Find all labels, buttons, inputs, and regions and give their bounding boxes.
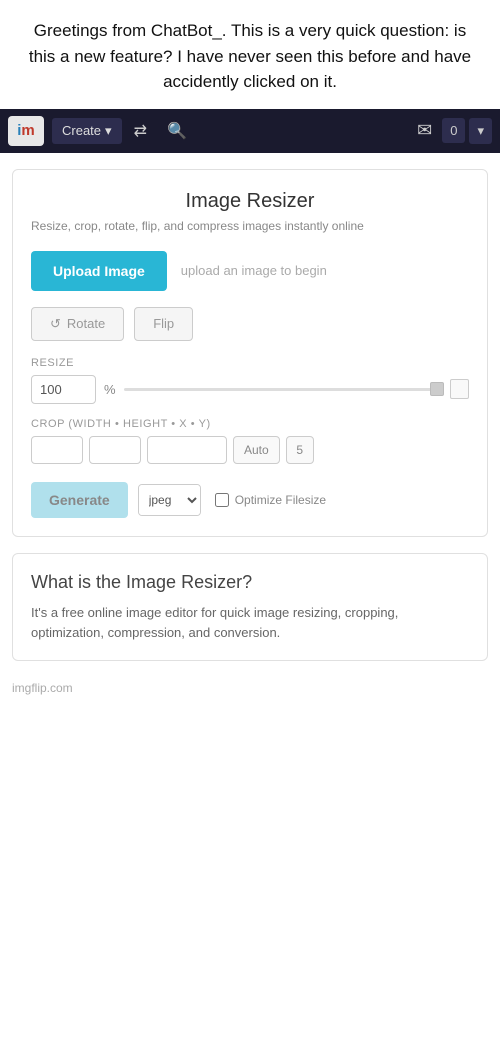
nav-dropdown-icon: ▾ — [477, 123, 484, 138]
action-row: ↺ Rotate Flip — [31, 307, 469, 341]
flip-button[interactable]: Flip — [134, 307, 193, 341]
rotate-icon: ↺ — [50, 316, 61, 332]
tool-subtitle: Resize, crop, rotate, flip, and compress… — [31, 219, 469, 233]
create-button[interactable]: Create ▾ — [52, 118, 122, 144]
logo[interactable]: im — [8, 116, 44, 146]
optimize-row: Optimize Filesize — [215, 493, 326, 507]
format-select[interactable]: jpeg png gif webp — [139, 485, 200, 515]
info-body: It's a free online image editor for quic… — [31, 603, 469, 645]
crop-row: Auto 5 — [31, 436, 469, 464]
logo-m: m — [21, 122, 34, 139]
crop-width-input[interactable] — [31, 436, 83, 464]
rotate-label: Rotate — [67, 316, 105, 331]
crop-height-input[interactable] — [89, 436, 141, 464]
shuffle-button[interactable]: ⇄ — [126, 117, 155, 145]
upload-row: Upload Image upload an image to begin — [31, 251, 469, 291]
info-title: What is the Image Resizer? — [31, 572, 469, 593]
count-label: 0 — [450, 123, 457, 138]
crop-x-input[interactable] — [147, 436, 227, 464]
crop-label: CROP (width • height • x • y) — [31, 418, 469, 430]
rotate-button[interactable]: ↺ Rotate — [31, 307, 124, 341]
info-card: What is the Image Resizer? It's a free o… — [12, 553, 488, 662]
slider-end-box — [450, 379, 469, 399]
crop-auto-button[interactable]: Auto — [233, 436, 280, 464]
tool-title: Image Resizer — [31, 190, 469, 213]
search-icon: 🔍 — [167, 121, 187, 141]
generate-button[interactable]: Generate — [31, 482, 128, 518]
optimize-label: Optimize Filesize — [235, 493, 326, 507]
resize-input[interactable] — [31, 375, 96, 404]
resize-slider[interactable] — [124, 388, 445, 391]
crop-auto-label: Auto — [244, 443, 269, 457]
resize-unit: % — [104, 382, 116, 397]
resize-label: RESIZE — [31, 357, 469, 369]
format-select-wrap: jpeg png gif webp — [138, 484, 201, 516]
generate-row: Generate jpeg png gif webp Optimize File… — [31, 482, 469, 518]
navbar: im Create ▾ ⇄ 🔍 ✉ 0 ▾ — [0, 109, 500, 153]
intro-text: Greetings from ChatBot_. This is a very … — [0, 0, 500, 109]
tool-card: Image Resizer Resize, crop, rotate, flip… — [12, 169, 488, 537]
footer-watermark: imgflip.com — [0, 677, 500, 699]
flip-label: Flip — [153, 316, 174, 331]
resize-row: % — [31, 375, 469, 404]
nav-dropdown-button[interactable]: ▾ — [469, 118, 492, 144]
mail-button[interactable]: ✉ — [411, 116, 438, 145]
resize-slider-wrap — [124, 379, 469, 399]
search-button[interactable]: 🔍 — [159, 117, 195, 145]
create-label: Create — [62, 123, 101, 138]
crop-num: 5 — [286, 436, 314, 464]
create-chevron-icon: ▾ — [105, 123, 112, 139]
count-button[interactable]: 0 — [442, 118, 465, 143]
upload-image-button[interactable]: Upload Image — [31, 251, 167, 291]
mail-icon: ✉ — [417, 120, 432, 140]
upload-hint: upload an image to begin — [181, 263, 327, 278]
shuffle-icon: ⇄ — [134, 121, 147, 141]
optimize-checkbox[interactable] — [215, 493, 229, 507]
watermark-text: imgflip.com — [12, 681, 73, 695]
